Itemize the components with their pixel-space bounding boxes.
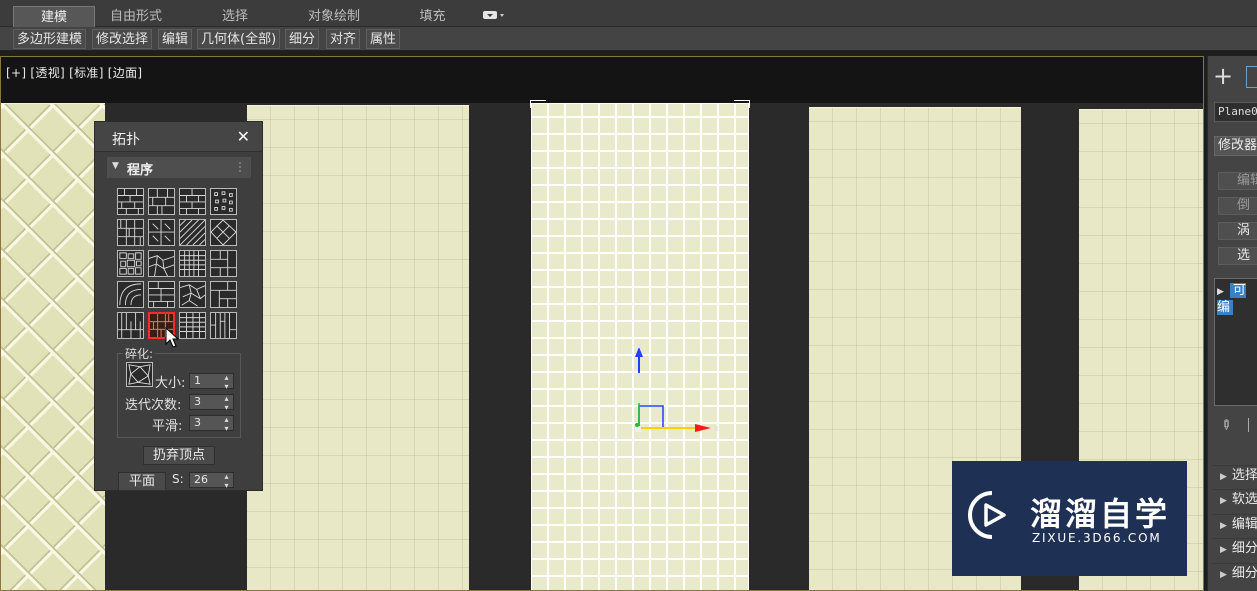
herringbone-icon[interactable] xyxy=(117,312,144,339)
iterations-label: 迭代次数: xyxy=(125,398,182,413)
small-grid-icon[interactable] xyxy=(179,312,206,339)
section-label: 程序 xyxy=(127,163,154,178)
diagonal-hatch-icon[interactable] xyxy=(179,219,206,246)
random-dots-icon[interactable] xyxy=(210,188,237,215)
modifier-list-dropdown[interactable]: 修改器 xyxy=(1214,136,1257,156)
fine-checker-icon[interactable] xyxy=(179,250,206,277)
close-icon[interactable]: ✕ xyxy=(237,127,250,146)
modify-tab-icon[interactable] xyxy=(1246,66,1257,88)
random-stone-icon[interactable] xyxy=(148,250,175,277)
plane-button[interactable]: 平面 xyxy=(118,472,166,491)
ribbon-tab-bar: 建模 自由形式 选择 对象绘制 填充 xyxy=(0,0,1257,27)
section-procedures[interactable]: ▼ 程序 xyxy=(107,157,251,178)
watermark-url: ZIXUE.3D66.COM xyxy=(1032,531,1162,545)
stack-item-editable[interactable]: ▶ 可编 xyxy=(1217,283,1257,315)
tiled-plank xyxy=(247,105,469,590)
modifier-button-edit[interactable]: 编辑 xyxy=(1218,172,1257,190)
gizmo-z-label: z xyxy=(638,343,642,350)
tab-freeform[interactable]: 自由形式 xyxy=(95,6,177,27)
plus-icon[interactable]: + xyxy=(1213,64,1233,88)
discard-vertices-button[interactable]: 扔弃顶点 xyxy=(143,446,215,465)
modifier-button-select[interactable]: 选 xyxy=(1218,247,1257,265)
cross-bond-icon[interactable] xyxy=(148,219,175,246)
panel-header[interactable]: 拓扑 ✕ xyxy=(95,122,262,152)
diamond-tile-plank xyxy=(1,103,105,590)
ribbon-panel-row: 多边形建模 修改选择 编辑 几何体(全部) 细分 对齐 属性 xyxy=(0,27,1257,51)
watermark-name: 溜溜自学 xyxy=(1030,495,1171,533)
polygon-modeling-button[interactable]: 多边形建模 xyxy=(13,29,87,49)
rollout-subdivision-2[interactable]: ▶ 细分 xyxy=(1212,563,1257,585)
s-label: S: xyxy=(172,472,184,486)
tab-populate[interactable]: 填充 xyxy=(405,6,460,27)
viewport-background xyxy=(1,57,1203,103)
crazy-paving-icon[interactable] xyxy=(179,281,206,308)
selection-bracket xyxy=(530,100,546,108)
smooth-label: 平滑: xyxy=(152,419,183,434)
expand-arrow-icon[interactable]: ▶ xyxy=(1217,287,1224,297)
iterations-spinner[interactable]: 3 xyxy=(189,394,234,412)
tab-object-paint[interactable]: 对象绘制 xyxy=(290,6,378,27)
selection-bracket xyxy=(734,100,750,108)
block-pattern-icon[interactable] xyxy=(210,281,237,308)
stacked-brick-icon[interactable] xyxy=(179,188,206,215)
edit-button[interactable]: 编辑 xyxy=(158,29,193,49)
gizmo-x-label: x xyxy=(714,424,719,433)
align-button[interactable]: 对齐 xyxy=(326,29,361,49)
smooth-spinner[interactable]: 3 xyxy=(189,415,234,433)
vertical-strip-icon[interactable] xyxy=(210,312,237,339)
toggle-ribbon-icon[interactable] xyxy=(482,9,506,21)
pin-icon[interactable]: ✎ xyxy=(1216,416,1234,434)
modifier-stack: ▶ 可编 xyxy=(1214,278,1257,406)
collapse-triangle-icon[interactable]: ▼ xyxy=(112,161,119,171)
topology-panel: 拓扑 ✕ ▼ 程序 碎化: 大小: 1 迭代次数: 3 平滑: 3 扔弃顶点 平… xyxy=(94,121,263,491)
puzzle-icon[interactable] xyxy=(210,250,237,277)
watermark: 溜溜自学 ZIXUE.3D66.COM xyxy=(952,461,1187,576)
diamond-lattice-icon[interactable] xyxy=(210,219,237,246)
play-logo-icon xyxy=(968,491,1006,539)
subdivision-button[interactable]: 细分 xyxy=(285,29,320,49)
modifier-button-turbosmooth[interactable]: 涡 xyxy=(1218,222,1257,240)
rollout-subdivision[interactable]: ▶ 细分 xyxy=(1212,538,1257,560)
geometry-all-button[interactable]: 几何体(全部) xyxy=(197,29,281,49)
fragment-icon[interactable] xyxy=(126,362,153,387)
object-name-field[interactable]: Plane0 xyxy=(1214,102,1257,122)
modify-selection-button[interactable]: 修改选择 xyxy=(92,29,153,49)
size-label: 大小: xyxy=(155,376,186,391)
rollout-edit[interactable]: ▶ 编辑 xyxy=(1212,514,1257,536)
s-spinner[interactable]: 26 xyxy=(189,472,234,490)
tab-modeling[interactable]: 建模 xyxy=(13,6,95,27)
properties-button[interactable]: 属性 xyxy=(366,29,401,49)
panel-title: 拓扑 xyxy=(112,132,140,148)
fragment-label: 碎化: xyxy=(123,345,156,362)
toolbar-divider xyxy=(1248,418,1249,432)
rollout-soft-selection[interactable]: ▶ 软选 xyxy=(1212,489,1257,511)
running-bond-icon[interactable] xyxy=(148,188,175,215)
mouse-cursor-icon xyxy=(165,327,179,348)
curved-tile-icon[interactable] xyxy=(117,281,144,308)
size-spinner[interactable]: 1 xyxy=(189,373,234,391)
grip-icon xyxy=(239,162,245,172)
mixed-brick-icon[interactable] xyxy=(148,281,175,308)
basketweave-icon[interactable] xyxy=(117,219,144,246)
tab-selection[interactable]: 选择 xyxy=(200,6,270,27)
rollout-selection[interactable]: ▶ 选择 xyxy=(1212,465,1257,487)
cobblestone-icon[interactable] xyxy=(117,250,144,277)
transform-gizmo-icon[interactable]: z x xyxy=(627,343,727,443)
modifier-button-chamfer[interactable]: 倒 xyxy=(1218,197,1257,215)
brick-pattern-icon[interactable] xyxy=(117,188,144,215)
command-panel: + Plane0 修改器 编辑 倒 涡 选 ▶可编 ✎ ▶选择 ▶软选 ▶编辑 … xyxy=(1207,56,1257,591)
viewport-label[interactable]: [+] [透视] [标准] [边面] xyxy=(6,64,142,81)
